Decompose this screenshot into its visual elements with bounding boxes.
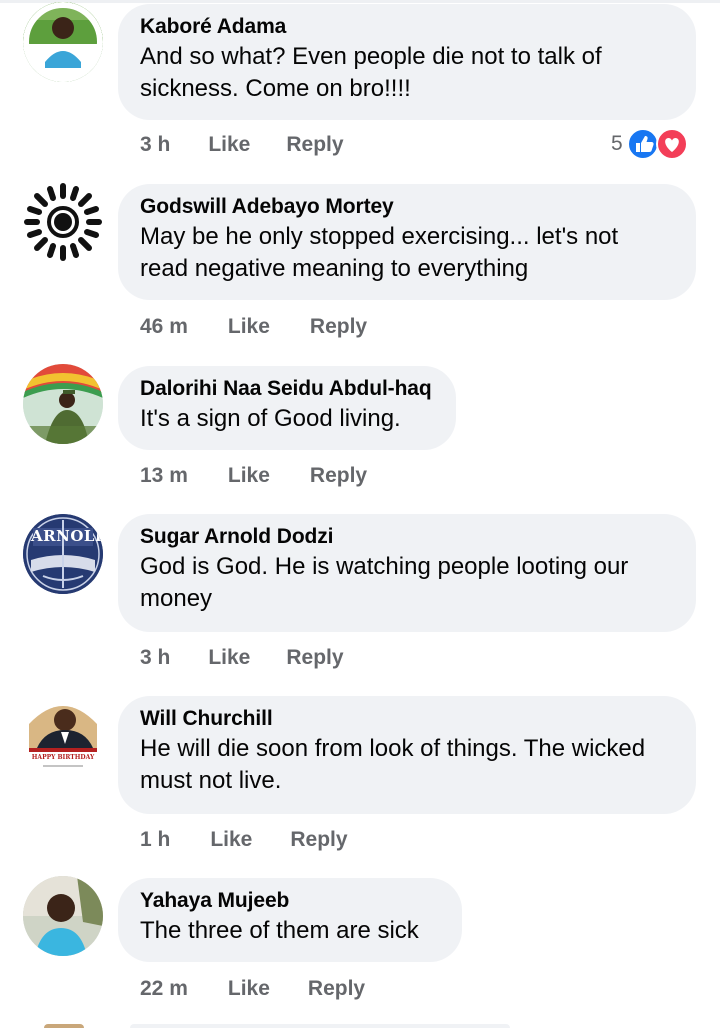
like-link[interactable]: Like xyxy=(208,646,250,670)
profile-photo-icon xyxy=(23,694,103,774)
comment-time[interactable]: 13 m xyxy=(140,464,188,488)
comment-bubble: Godswill Adebayo Mortey May be he only s… xyxy=(118,184,696,300)
comment-author[interactable]: Will Churchill xyxy=(140,706,672,732)
comment-actions: 1 h Like Reply xyxy=(140,825,348,855)
avatar[interactable] xyxy=(23,364,103,444)
avatar[interactable] xyxy=(23,2,103,82)
reply-link[interactable]: Reply xyxy=(290,828,347,852)
comment-text: And so what? Even people die not to talk… xyxy=(140,43,602,102)
comment-actions: 3 h Like Reply xyxy=(140,643,344,673)
comment-time[interactable]: 3 h xyxy=(140,133,170,157)
comment-bubble: Yahaya Mujeeb The three of them are sick xyxy=(118,878,462,962)
comment-time[interactable]: 46 m xyxy=(140,315,188,339)
next-avatar-edge xyxy=(44,1024,84,1028)
reply-link[interactable]: Reply xyxy=(310,315,367,339)
profile-photo-icon xyxy=(23,364,103,444)
comment-time[interactable]: 22 m xyxy=(140,977,188,1001)
comment-author[interactable]: Dalorihi Naa Seidu Abdul-haq xyxy=(140,376,432,402)
comment-bubble: Kaboré Adama And so what? Even people di… xyxy=(118,4,696,120)
avatar-logo-text: ARNOLD xyxy=(31,527,103,545)
comment-time[interactable]: 3 h xyxy=(140,646,170,670)
avatar[interactable]: HAPPY BIRTHDAY xyxy=(23,694,103,774)
comment-text: The three of them are sick xyxy=(140,917,419,944)
like-link[interactable]: Like xyxy=(228,464,270,488)
comment-text: May be he only stopped exercising... let… xyxy=(140,223,619,282)
avatar-caption-text: HAPPY BIRTHDAY xyxy=(31,754,95,761)
next-bubble-edge xyxy=(130,1024,510,1028)
like-link[interactable]: Like xyxy=(208,133,250,157)
reaction-count: 5 xyxy=(611,132,623,155)
comment-author[interactable]: Sugar Arnold Dodzi xyxy=(140,524,672,550)
top-divider xyxy=(0,0,720,3)
reply-link[interactable]: Reply xyxy=(308,977,365,1001)
comment-actions: 13 m Like Reply xyxy=(140,461,367,491)
thumbs-up-icon xyxy=(626,128,659,160)
comment-actions: 3 h Like Reply xyxy=(140,130,344,160)
reaction-icons xyxy=(626,128,688,160)
comment-time[interactable]: 1 h xyxy=(140,828,170,852)
avatar[interactable]: ARNOLD xyxy=(23,514,103,594)
comment-text: It's a sign of Good living. xyxy=(140,405,401,432)
heart-icon xyxy=(655,128,688,160)
comment-actions: 22 m Like Reply xyxy=(140,974,365,1004)
profile-photo-icon xyxy=(23,876,103,956)
avatar[interactable] xyxy=(23,182,103,262)
like-link[interactable]: Like xyxy=(228,315,270,339)
reactions-summary[interactable]: 5 xyxy=(611,128,689,160)
like-link[interactable]: Like xyxy=(210,828,252,852)
comment-bubble: Sugar Arnold Dodzi God is God. He is wat… xyxy=(118,514,696,632)
reply-link[interactable]: Reply xyxy=(310,464,367,488)
arnold-logo-icon xyxy=(23,514,103,594)
reply-link[interactable]: Reply xyxy=(286,646,343,670)
comment-actions: 46 m Like Reply xyxy=(140,312,367,342)
reply-link[interactable]: Reply xyxy=(286,133,343,157)
comment-text: He will die soon from look of things. Th… xyxy=(140,735,646,794)
like-link[interactable]: Like xyxy=(228,977,270,1001)
comment-text: God is God. He is watching people lootin… xyxy=(140,553,629,612)
comment-bubble: Will Churchill He will die soon from loo… xyxy=(118,696,696,814)
next-comment-peek xyxy=(0,1024,720,1028)
avatar[interactable] xyxy=(23,876,103,956)
sunburst-logo-icon xyxy=(23,182,103,262)
profile-photo-icon xyxy=(23,2,103,82)
comment-author[interactable]: Kaboré Adama xyxy=(140,14,672,40)
comment-author[interactable]: Yahaya Mujeeb xyxy=(140,888,438,914)
comment-bubble: Dalorihi Naa Seidu Abdul-haq It's a sign… xyxy=(118,366,456,450)
comment-author[interactable]: Godswill Adebayo Mortey xyxy=(140,194,672,220)
